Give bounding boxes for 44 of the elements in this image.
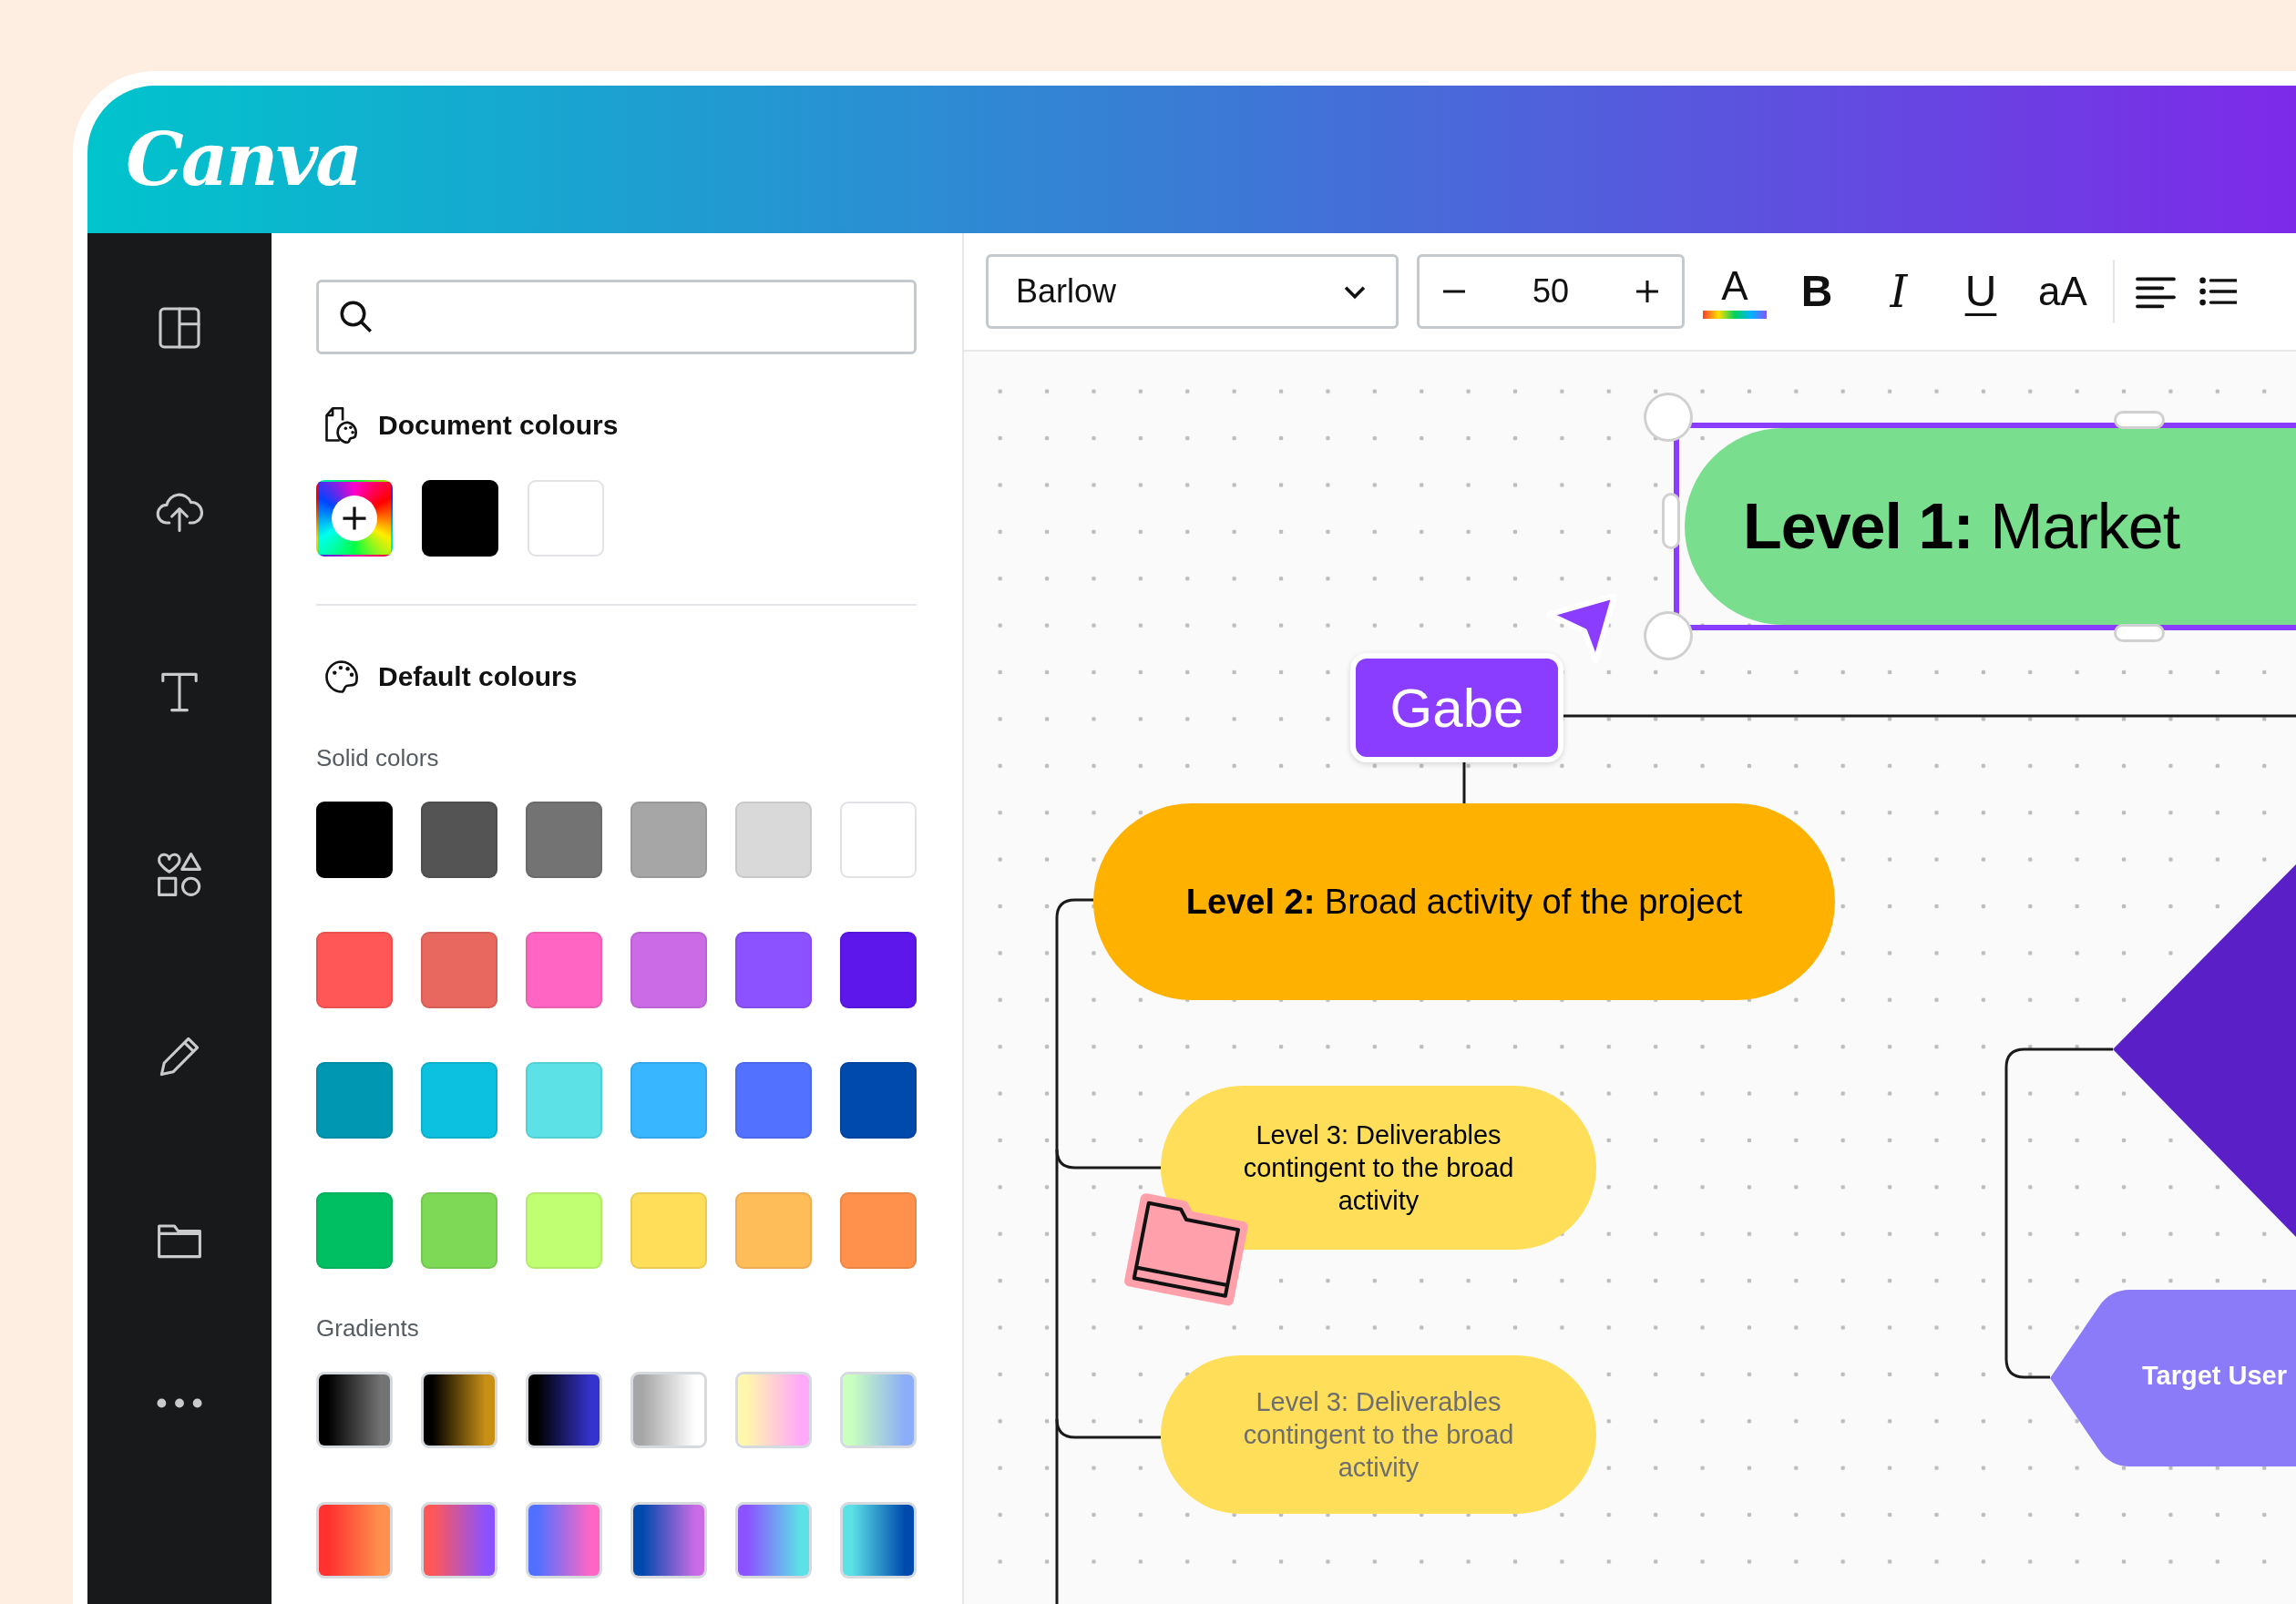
colour-swatch[interactable] — [840, 802, 917, 878]
resize-handle[interactable] — [2117, 627, 2162, 639]
node-text: Level 3: Deliverables contingent to the broad activity — [1242, 1119, 1515, 1218]
node-text: Level 1: Market — [1743, 490, 2180, 563]
add-colour-button[interactable] — [316, 480, 393, 557]
resize-handle[interactable] — [1665, 496, 1677, 547]
font-size-stepper[interactable]: 50 — [1417, 254, 1685, 329]
node-text: Level 2: Broad activity of the project — [1185, 882, 1743, 922]
bold-button[interactable]: B — [1785, 267, 1849, 316]
gradient-swatch[interactable] — [421, 1502, 497, 1578]
gradient-swatch[interactable] — [526, 1372, 602, 1448]
group-label: Gradients — [316, 1314, 420, 1343]
collaborator-label: Gabe — [1350, 653, 1563, 762]
resize-handle[interactable] — [1646, 395, 1690, 439]
case-button[interactable]: aA — [2031, 269, 2095, 314]
gradient-swatch[interactable] — [316, 1372, 393, 1448]
gradient-swatch[interactable] — [421, 1372, 497, 1448]
gradient-swatch[interactable] — [316, 1502, 393, 1578]
group-label: Solid colors — [316, 744, 440, 772]
level-three-node[interactable]: Level 3: Deliverables contingent to the broad activity — [1161, 1355, 1596, 1514]
gradient-swatch[interactable] — [630, 1372, 707, 1448]
gradient-swatch[interactable] — [840, 1372, 917, 1448]
resize-handle[interactable] — [1646, 614, 1690, 658]
node-text: Target User — [2142, 1361, 2288, 1391]
level-three-node[interactable]: Level 3: Deliverables contingent to the broad activity — [1161, 1086, 1596, 1250]
plus-icon — [332, 496, 377, 541]
level-two-node[interactable]: Level 2: Broad activity of the project — [1093, 803, 1835, 1000]
gradient-swatch[interactable] — [735, 1502, 812, 1578]
section-title: Default colours — [378, 661, 578, 692]
gradient-swatch[interactable] — [840, 1502, 917, 1578]
text-color-button[interactable]: A — [1703, 264, 1767, 319]
search-field[interactable] — [316, 280, 917, 354]
gradient-swatch[interactable] — [630, 1502, 707, 1578]
font-dropdown[interactable]: Barlow — [986, 254, 1399, 329]
gradient-swatch[interactable] — [526, 1502, 602, 1578]
underline-button[interactable]: U — [1949, 267, 2013, 316]
section-title: Document colours — [378, 410, 619, 441]
font-size-value[interactable]: 50 — [1532, 272, 1569, 311]
colour-swatch[interactable] — [528, 480, 604, 557]
node-text: Level 3: Deliverables contingent to the broad activity — [1242, 1385, 1515, 1485]
italic-button[interactable]: I — [1867, 267, 1931, 316]
connector-line — [1462, 762, 1466, 803]
gradient-swatch[interactable] — [735, 1372, 812, 1448]
resize-handle[interactable] — [2117, 414, 2162, 426]
